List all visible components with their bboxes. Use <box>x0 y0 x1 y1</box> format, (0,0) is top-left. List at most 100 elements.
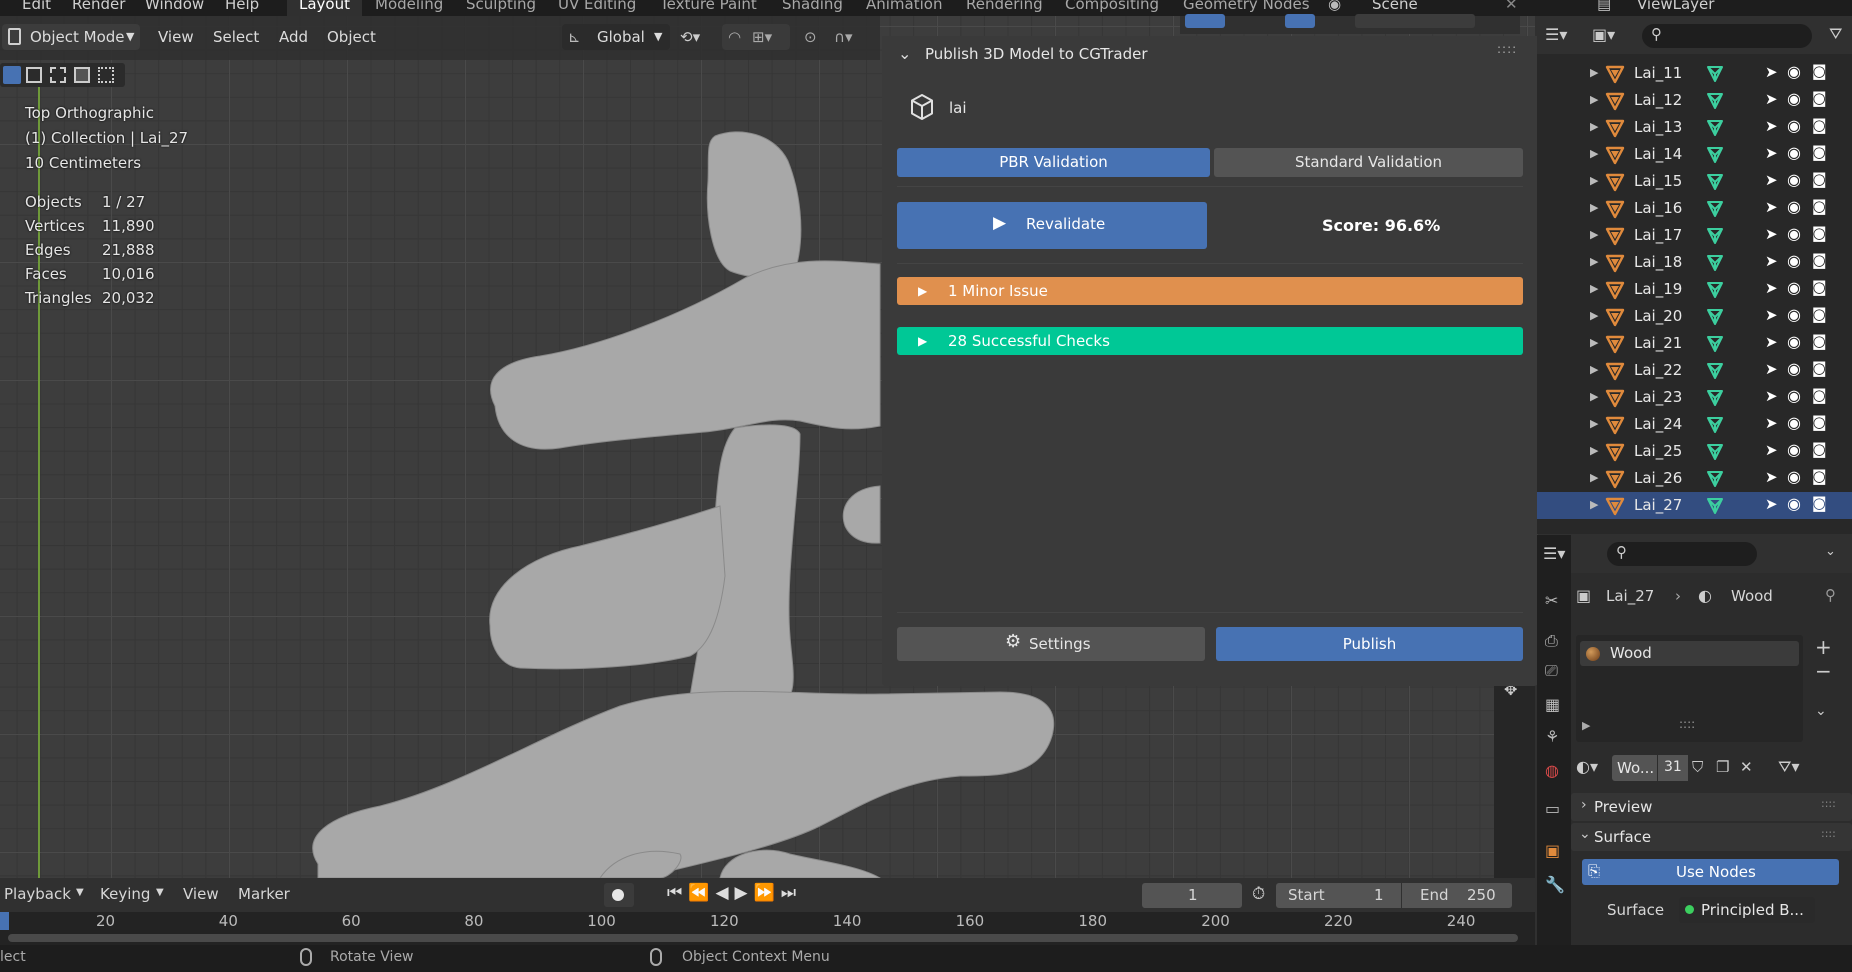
scene-icon[interactable]: ◉ <box>1328 0 1341 13</box>
frame-ruler[interactable]: 20 40 60 80 100 120 140 160 180 200 220 240 <box>0 912 1535 945</box>
select-toggle-icon[interactable]: ➤ <box>1765 117 1778 135</box>
eye-icon[interactable]: ◉ <box>1787 116 1801 135</box>
filter-icon[interactable]: ⛛ <box>1829 24 1842 44</box>
select-toggle-icon[interactable]: ➤ <box>1765 387 1778 405</box>
eye-icon[interactable]: ◉ <box>1787 494 1801 513</box>
menu-view[interactable]: View <box>183 885 219 903</box>
select-toggle-icon[interactable]: ➤ <box>1765 468 1778 486</box>
outliner-item[interactable]: ▶ Lai_23 ➤ ◉ ◙ <box>1537 384 1852 411</box>
eye-icon[interactable]: ◉ <box>1787 386 1801 405</box>
mesh-data-icon[interactable] <box>1705 334 1725 354</box>
workspace-tab-compositing[interactable]: Compositing <box>1065 0 1159 13</box>
workspace-tab-modeling[interactable]: Modeling <box>375 0 443 13</box>
expand-arrow-icon[interactable]: ▶ <box>1590 444 1598 457</box>
outliner-item[interactable]: ▶ Lai_26 ➤ ◉ ◙ <box>1537 465 1852 492</box>
select-toggle-icon[interactable]: ➤ <box>1765 198 1778 216</box>
duplicate-icon[interactable]: ❐ <box>1716 758 1729 776</box>
overlay-toggle-icon[interactable] <box>1285 14 1315 28</box>
outliner-item[interactable]: ▶ Lai_22 ➤ ◉ ◙ <box>1537 357 1852 384</box>
snap-target-icon[interactable]: ⊞▾ <box>752 24 772 50</box>
add-slot-icon[interactable]: + <box>1815 635 1832 659</box>
select-toggle-icon[interactable]: ➤ <box>1765 225 1778 243</box>
expand-arrow-icon[interactable]: ▶ <box>1590 498 1598 511</box>
scene-tab-icon[interactable]: ⚘ <box>1545 727 1559 746</box>
outliner-item[interactable]: ▶ Lai_12 ➤ ◉ ◙ <box>1537 87 1852 114</box>
camera-icon[interactable]: ◙ <box>1812 224 1827 242</box>
eye-icon[interactable]: ◉ <box>1787 251 1801 270</box>
object-tab-icon[interactable]: ▣ <box>1545 841 1560 860</box>
camera-icon[interactable]: ◙ <box>1812 170 1827 188</box>
camera-icon[interactable]: ◙ <box>1812 143 1827 161</box>
expand-arrow-icon[interactable]: ▶ <box>1590 390 1598 403</box>
editor-type-icon[interactable]: ☰▾ <box>1545 25 1567 44</box>
workspace-tab-layout[interactable]: Layout <box>287 0 362 16</box>
menu-object[interactable]: Object <box>327 24 376 50</box>
camera-icon[interactable]: ◙ <box>1812 251 1827 269</box>
outliner-item[interactable]: ▶ Lai_27 ➤ ◉ ◙ <box>1537 492 1852 519</box>
material-browse-icon[interactable]: ◐▾ <box>1576 757 1598 776</box>
select-toggle-icon[interactable]: ➤ <box>1765 279 1778 297</box>
select-toggle-icon[interactable]: ➤ <box>1765 360 1778 378</box>
mesh-data-icon[interactable] <box>1705 496 1725 516</box>
eye-icon[interactable]: ◉ <box>1787 170 1801 189</box>
mesh-data-icon[interactable] <box>1705 91 1725 111</box>
link-mode-icon[interactable]: ⛛▾ <box>1778 757 1799 777</box>
select-invert-icon[interactable] <box>74 67 90 83</box>
render-tab-icon[interactable]: ⎙ <box>1545 631 1558 651</box>
workspace-tab-shading[interactable]: Shading <box>782 0 843 13</box>
expand-arrow-icon[interactable]: ▶ <box>1590 471 1598 484</box>
chevron-down-icon[interactable]: ⌄ <box>1825 544 1836 559</box>
properties-search-input[interactable]: ⚲ <box>1607 542 1757 566</box>
tab-pbr-validation[interactable]: PBR Validation <box>897 148 1210 177</box>
select-subtract-icon[interactable] <box>50 67 66 83</box>
minor-issues-bar[interactable]: ▶ 1 Minor Issue <box>897 277 1523 305</box>
section-preview[interactable]: › Preview :::: <box>1571 793 1852 821</box>
fake-user-icon[interactable]: ⛉ <box>1692 758 1703 776</box>
mesh-data-icon[interactable] <box>1705 64 1725 84</box>
revalidate-button[interactable]: ▶ Revalidate <box>897 202 1207 249</box>
expand-arrow-icon[interactable]: ▶ <box>1590 93 1598 106</box>
outliner-item[interactable]: ▶ Lai_24 ➤ ◉ ◙ <box>1537 411 1852 438</box>
view-layer-selector[interactable]: ViewLayer <box>1637 0 1714 13</box>
eye-icon[interactable]: ◉ <box>1787 143 1801 162</box>
gizmo-toggle-icon[interactable] <box>1185 14 1225 28</box>
workspace-tab-rendering[interactable]: Rendering <box>966 0 1043 13</box>
shading-buttons[interactable] <box>1355 14 1475 28</box>
menu-edit[interactable]: Edit <box>22 0 51 13</box>
eye-icon[interactable]: ◉ <box>1787 278 1801 297</box>
menu-select[interactable]: Select <box>213 24 259 50</box>
mesh-data-icon[interactable] <box>1705 145 1725 165</box>
menu-view[interactable]: View <box>158 24 194 50</box>
collection-tab-icon[interactable]: ▭ <box>1545 799 1560 818</box>
camera-icon[interactable]: ◙ <box>1812 386 1827 404</box>
eye-icon[interactable]: ◉ <box>1787 224 1801 243</box>
outliner-item[interactable]: ▶ Lai_17 ➤ ◉ ◙ <box>1537 222 1852 249</box>
eye-icon[interactable]: ◉ <box>1787 305 1801 324</box>
outliner-search-input[interactable]: ⚲ <box>1642 24 1812 48</box>
select-new-icon[interactable] <box>3 66 21 84</box>
collapse-chevron-icon[interactable]: ⌄ <box>898 44 911 63</box>
tab-standard-validation[interactable]: Standard Validation <box>1214 148 1523 177</box>
stopwatch-icon[interactable]: ⏱ <box>1252 884 1265 904</box>
mesh-data-icon[interactable] <box>1705 469 1725 489</box>
camera-icon[interactable]: ◙ <box>1812 62 1827 80</box>
camera-icon[interactable]: ◙ <box>1812 197 1827 215</box>
material-slot-item[interactable]: Wood <box>1580 641 1799 666</box>
expand-arrow-icon[interactable]: ▶ <box>1590 309 1598 322</box>
scene-selector[interactable]: Scene <box>1372 0 1418 13</box>
expand-arrow-icon[interactable]: ▶ <box>1590 363 1598 376</box>
start-frame-field[interactable]: Start 1 <box>1276 883 1401 908</box>
falloff-icon[interactable]: ∩▾ <box>834 24 853 50</box>
mesh-data-icon[interactable] <box>1705 226 1725 246</box>
outliner-item[interactable]: ▶ Lai_25 ➤ ◉ ◙ <box>1537 438 1852 465</box>
menu-add[interactable]: Add <box>279 24 308 50</box>
drag-grip-icon[interactable]: :::: <box>1497 42 1517 56</box>
use-nodes-button[interactable]: ⎘ Use Nodes <box>1582 859 1839 885</box>
select-toggle-icon[interactable]: ➤ <box>1765 414 1778 432</box>
outliner-item[interactable]: ▶ Lai_21 ➤ ◉ ◙ <box>1537 330 1852 357</box>
successful-checks-bar[interactable]: ▶ 28 Successful Checks <box>897 327 1523 355</box>
outliner-item[interactable]: ▶ Lai_15 ➤ ◉ ◙ <box>1537 168 1852 195</box>
view-layer-tab-icon[interactable]: ▦ <box>1545 695 1560 714</box>
camera-icon[interactable]: ◙ <box>1812 467 1827 485</box>
pin-icon[interactable]: ✕ <box>1505 0 1518 13</box>
